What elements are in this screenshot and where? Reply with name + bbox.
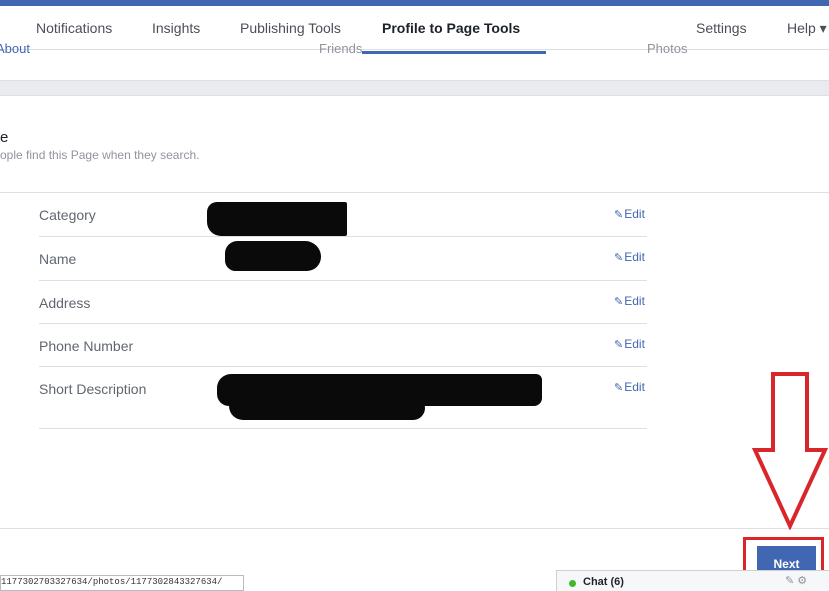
row-divider xyxy=(39,280,647,281)
edit-short-description-link[interactable]: ✎Edit xyxy=(614,380,645,394)
edit-label: Edit xyxy=(624,294,645,308)
online-dot-icon xyxy=(569,580,576,587)
tab-insights[interactable]: Insights xyxy=(152,20,200,36)
row-divider xyxy=(39,323,647,324)
subnav-friends[interactable]: Friends xyxy=(319,41,362,56)
section-divider-band xyxy=(0,80,829,96)
subnav-about[interactable]: About xyxy=(0,41,30,56)
row-label-short-description: Short Description xyxy=(39,381,147,397)
section-subtitle: ople find this Page when they search. xyxy=(0,148,200,162)
tab-publishing-tools[interactable]: Publishing Tools xyxy=(240,20,341,36)
row-label-phone-number: Phone Number xyxy=(39,338,134,354)
active-tab-indicator xyxy=(362,51,546,54)
tab-notifications[interactable]: Notifications xyxy=(36,20,112,36)
edit-category-link[interactable]: ✎Edit xyxy=(614,207,645,221)
tab-settings[interactable]: Settings xyxy=(696,20,747,36)
edit-label: Edit xyxy=(624,207,645,221)
chat-label: Chat (6) xyxy=(583,576,624,588)
edit-label: Edit xyxy=(624,380,645,394)
pencil-icon: ✎ xyxy=(614,339,624,351)
annotation-arrow-icon xyxy=(752,372,828,530)
footer-separator xyxy=(0,528,829,529)
row-label-name: Name xyxy=(39,251,77,267)
edit-label: Edit xyxy=(624,250,645,264)
tab-profile-to-page-tools[interactable]: Profile to Page Tools xyxy=(382,20,520,36)
tab-help[interactable]: Help ▾ xyxy=(787,20,827,37)
subnav-photos[interactable]: Photos xyxy=(647,41,687,56)
pencil-icon: ✎ xyxy=(614,296,624,308)
row-divider xyxy=(39,236,647,237)
redaction-mark xyxy=(225,241,321,271)
pencil-icon: ✎ xyxy=(614,382,624,394)
separator-line xyxy=(0,192,829,193)
row-label-category: Category xyxy=(39,207,96,223)
status-url-bar: 1177302703327634/photos/1177302843327634… xyxy=(0,575,244,591)
edit-name-link[interactable]: ✎Edit xyxy=(614,250,645,264)
redaction-mark xyxy=(207,202,347,236)
row-divider xyxy=(39,428,647,429)
row-divider xyxy=(39,366,647,367)
redaction-mark xyxy=(229,398,425,420)
chat-tab[interactable]: Chat (6) ✎ ⚙ xyxy=(556,570,829,591)
edit-address-link[interactable]: ✎Edit xyxy=(614,294,645,308)
edit-label: Edit xyxy=(624,337,645,351)
page-tabs-bar: Notifications Insights Publishing Tools … xyxy=(0,6,829,54)
pencil-icon: ✎ xyxy=(614,252,624,264)
section-title: e xyxy=(0,129,9,146)
chat-compose-icon[interactable]: ✎ ⚙ xyxy=(785,574,807,587)
edit-phone-link[interactable]: ✎Edit xyxy=(614,337,645,351)
row-label-address: Address xyxy=(39,295,91,311)
pencil-icon: ✎ xyxy=(614,209,624,221)
